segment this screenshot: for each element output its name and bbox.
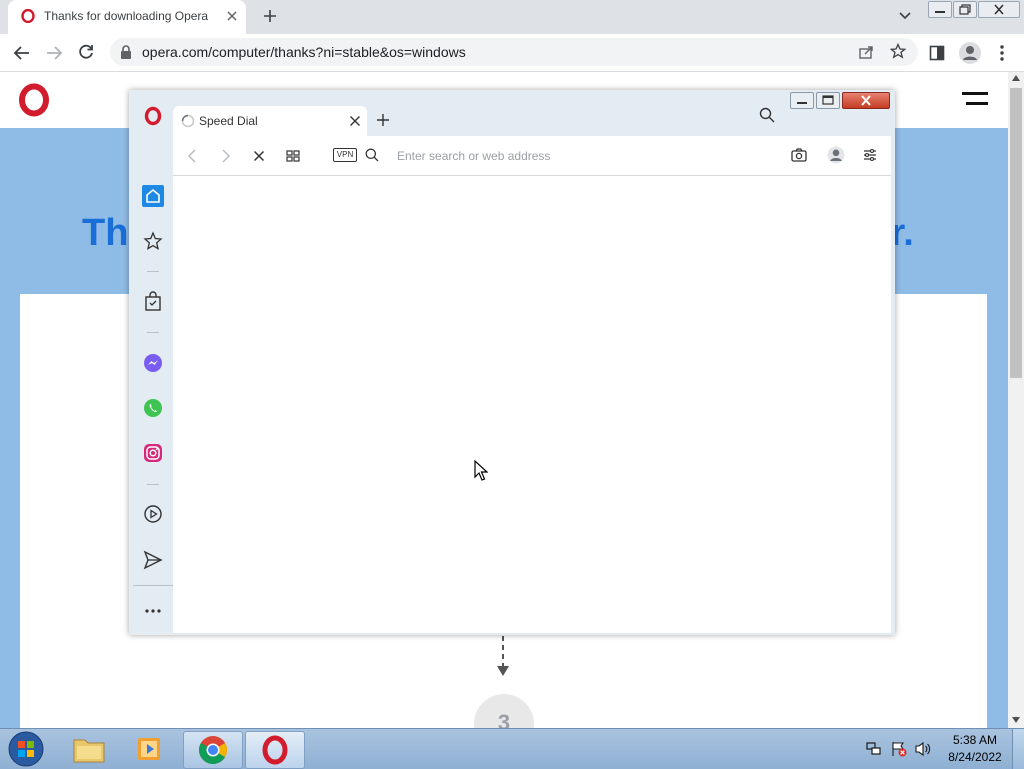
opera-new-tab-icon[interactable] (376, 113, 390, 127)
network-icon[interactable] (866, 741, 882, 757)
step-number: 3 (497, 710, 511, 728)
opera-browser-window: Speed Dial VPN Enter search or web addre… (129, 90, 895, 635)
opera-tab-bar: Speed Dial (129, 90, 895, 136)
opera-address-search-icon (365, 148, 379, 162)
windows-start-button-icon[interactable] (6, 730, 46, 768)
snapshot-camera-icon[interactable] (791, 148, 807, 162)
opera-speed-dial-grid-icon[interactable] (286, 150, 300, 162)
sidebar-separator (147, 484, 159, 485)
messenger-icon[interactable] (143, 353, 163, 373)
opera-logo-icon[interactable] (18, 83, 50, 117)
tab-search-chevron-icon[interactable] (898, 11, 912, 21)
loading-spinner-icon (181, 114, 195, 128)
opera-tab-speed-dial[interactable]: Speed Dial (173, 106, 367, 136)
address-bar[interactable]: opera.com/computer/thanks?ni=stable&os=w… (110, 38, 918, 66)
lock-icon[interactable] (120, 45, 132, 59)
new-tab-icon[interactable] (261, 7, 279, 25)
send-icon[interactable] (143, 550, 163, 570)
file-explorer-icon[interactable] (72, 734, 106, 764)
taskbar-chrome-button[interactable] (183, 731, 243, 769)
chrome-menu-icon[interactable] (995, 44, 1009, 62)
clock-time[interactable]: 5:38 AM (940, 733, 1010, 747)
shopping-bag-icon[interactable] (144, 291, 162, 311)
opera-minimize-button[interactable] (790, 92, 814, 109)
opera-close-tab-icon[interactable] (349, 115, 361, 127)
opera-tab-title: Speed Dial (199, 114, 258, 128)
windows-taskbar: 5:38 AM 8/24/2022 (0, 728, 1024, 769)
action-center-flag-icon[interactable] (890, 740, 908, 758)
sidebar-separator (147, 332, 159, 333)
scrollbar-thumb[interactable] (1010, 88, 1022, 378)
scroll-down-arrow-icon[interactable] (1012, 717, 1020, 723)
taskbar-opera-button[interactable] (245, 731, 305, 769)
opera-address-input[interactable]: Enter search or web address (397, 149, 550, 163)
star-icon[interactable] (143, 231, 163, 251)
close-tab-icon[interactable] (226, 10, 238, 22)
side-panel-icon[interactable] (929, 45, 945, 61)
chrome-tab-active[interactable]: Thanks for downloading Opera (8, 0, 246, 34)
more-icon[interactable] (143, 606, 163, 616)
window-close-button[interactable] (978, 1, 1020, 18)
opera-forward-icon[interactable] (221, 149, 231, 163)
opera-sidebar (129, 136, 173, 635)
media-player-icon[interactable] (135, 734, 165, 764)
bookmark-star-icon[interactable] (890, 43, 906, 59)
home-icon[interactable] (142, 185, 164, 207)
sidebar-separator (147, 271, 159, 272)
easy-setup-icon[interactable] (863, 148, 877, 162)
mouse-cursor-icon (474, 460, 488, 482)
player-icon[interactable] (143, 504, 163, 524)
dashed-arrow-icon (496, 636, 510, 678)
back-arrow-icon[interactable] (13, 44, 31, 62)
volume-speaker-icon[interactable] (914, 741, 932, 757)
hamburger-menu-icon[interactable] (962, 91, 988, 107)
chrome-tab-strip: Thanks for downloading Opera (0, 0, 1024, 34)
opera-search-tabs-icon[interactable] (759, 107, 775, 123)
clock-date[interactable]: 8/24/2022 (940, 750, 1010, 764)
chrome-icon (198, 735, 228, 765)
scroll-up-arrow-icon[interactable] (1012, 75, 1020, 81)
share-icon[interactable] (858, 44, 874, 60)
forward-arrow-icon[interactable] (45, 44, 63, 62)
opera-menu-logo-icon[interactable] (143, 106, 163, 126)
chrome-tab-title: Thanks for downloading Opera (44, 9, 209, 23)
opera-address-bar: VPN Enter search or web address (173, 136, 891, 176)
sidebar-divider (133, 585, 173, 586)
vpn-badge[interactable]: VPN (333, 148, 357, 162)
opera-favicon-icon (21, 9, 35, 23)
profile-avatar-icon[interactable] (958, 41, 982, 65)
opera-close-button[interactable] (842, 92, 890, 109)
reload-icon[interactable] (77, 43, 95, 61)
opera-stop-icon[interactable] (253, 150, 265, 162)
show-desktop-button[interactable] (1012, 729, 1024, 769)
window-minimize-button[interactable] (928, 1, 952, 18)
instagram-icon[interactable] (143, 443, 163, 463)
address-bar-url: opera.com/computer/thanks?ni=stable&os=w… (142, 44, 466, 60)
opera-back-icon[interactable] (187, 149, 197, 163)
opera-maximize-button[interactable] (816, 92, 840, 109)
whatsapp-icon[interactable] (143, 398, 163, 418)
opera-account-icon[interactable] (827, 146, 845, 164)
window-restore-button[interactable] (953, 1, 977, 18)
hero-heading-left: Th (82, 212, 129, 254)
opera-page-content[interactable] (173, 176, 891, 633)
opera-taskbar-icon (260, 735, 290, 765)
